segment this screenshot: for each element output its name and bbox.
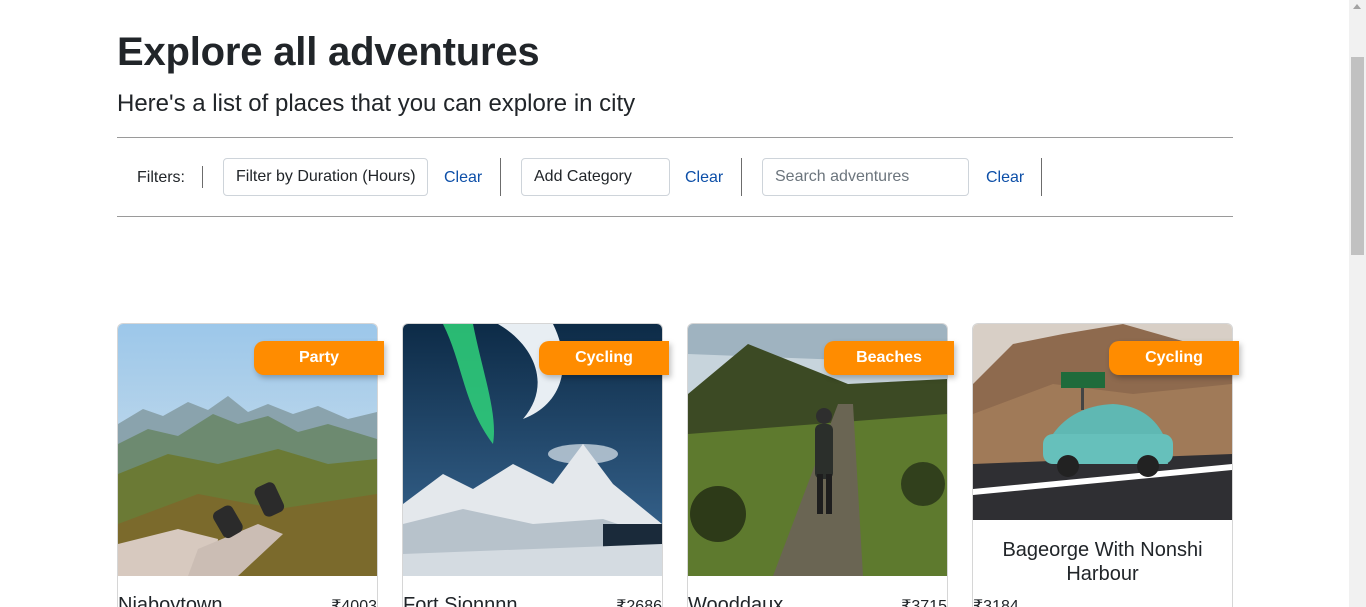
adventure-price: ₹4003 xyxy=(331,598,377,607)
adventure-price: ₹2686 xyxy=(616,598,662,607)
category-banner: Party xyxy=(254,341,384,375)
filters-label: Filters: xyxy=(137,169,185,186)
filter-divider xyxy=(500,158,501,196)
adventure-name: Fort Sionnnn xyxy=(403,594,518,607)
clear-duration-link[interactable]: Clear xyxy=(444,169,482,187)
duration-filter-select[interactable]: Filter by Duration (Hours) xyxy=(223,158,428,196)
filter-divider xyxy=(202,166,203,188)
adventure-card[interactable]: Party Niaboytown ₹4003 xyxy=(117,323,384,607)
adventure-price: ₹3184 xyxy=(973,598,1019,607)
search-input[interactable] xyxy=(762,158,969,196)
category-banner: Cycling xyxy=(1109,341,1239,375)
divider-bottom xyxy=(117,216,1233,217)
page-subtitle: Here's a list of places that you can exp… xyxy=(117,90,636,117)
scroll-thumb[interactable] xyxy=(1351,57,1364,255)
adventure-name: Bageorge With Nonshi Harbour xyxy=(1002,539,1203,585)
vertical-scrollbar[interactable] xyxy=(1349,0,1366,607)
filters-bar: Filters: Filter by Duration (Hours) Clea… xyxy=(117,138,1233,216)
clear-search-link[interactable]: Clear xyxy=(986,169,1024,187)
adventure-name: Niaboytown xyxy=(118,594,223,607)
adventure-card[interactable]: Beaches Wooddaux ₹3715 xyxy=(687,323,954,607)
clear-category-link[interactable]: Clear xyxy=(685,169,723,187)
category-banner: Cycling xyxy=(539,341,669,375)
category-banner: Beaches xyxy=(824,341,954,375)
adventure-name: Wooddaux xyxy=(688,594,784,607)
adventure-card[interactable]: Cycling Bageorge With Nonshi Harbour ₹31… xyxy=(972,323,1239,607)
filter-divider xyxy=(1041,158,1042,196)
filter-divider xyxy=(741,158,742,196)
page-title: Explore all adventures xyxy=(117,30,540,74)
scroll-up-icon[interactable] xyxy=(1353,4,1361,9)
category-filter-select[interactable]: Add Category xyxy=(521,158,670,196)
adventure-price: ₹3715 xyxy=(901,598,947,607)
adventure-card[interactable]: Cycling Fort Sionnnn ₹2686 xyxy=(402,323,669,607)
